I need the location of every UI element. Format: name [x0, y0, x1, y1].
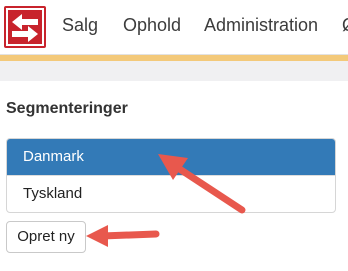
logo-swap-arrows-icon[interactable]	[4, 6, 46, 48]
nav-item-administration[interactable]: Administration	[204, 15, 318, 36]
nav-item-salg[interactable]: Salg	[62, 15, 98, 36]
segment-item-danmark[interactable]: Danmark	[7, 139, 335, 175]
segment-list: Danmark Tyskland	[6, 138, 336, 213]
page: Salg Ophold Administration Ø Segmenterin…	[0, 0, 348, 271]
create-new-button[interactable]: Opret ny	[6, 221, 86, 253]
nav-item-truncated[interactable]: Ø	[342, 15, 348, 41]
sub-header-bar	[0, 61, 348, 81]
segment-item-tyskland[interactable]: Tyskland	[7, 175, 335, 212]
nav-item-ophold[interactable]: Ophold	[123, 15, 181, 36]
section-title: Segmenteringer	[6, 100, 128, 117]
top-navbar: Salg Ophold Administration Ø	[0, 0, 348, 55]
